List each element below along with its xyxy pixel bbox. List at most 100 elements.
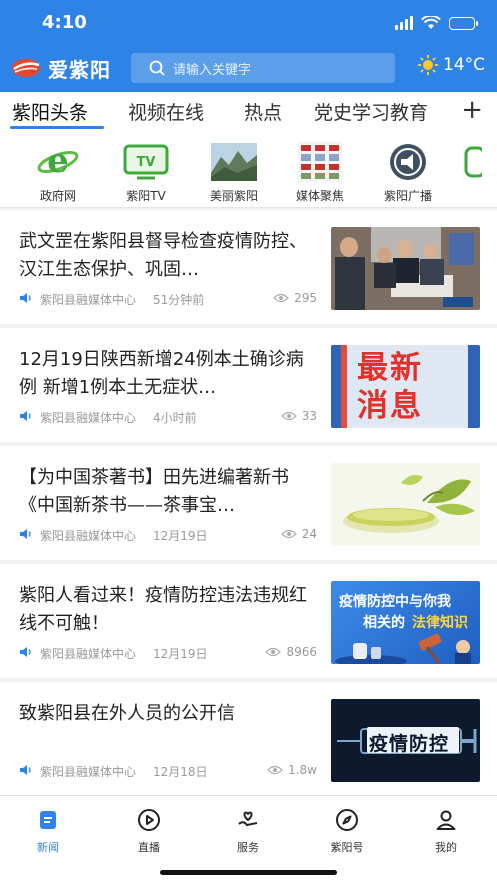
view-count: 295 bbox=[294, 291, 317, 305]
news-thumbnail: 最新 消息 bbox=[331, 345, 480, 428]
channel-label: 美丽紫阳 bbox=[209, 189, 258, 203]
tea-illustration bbox=[331, 463, 480, 546]
channel-partial[interactable] bbox=[462, 142, 497, 182]
news-time: 51分钟前 bbox=[153, 293, 205, 307]
news-time: 12月19日 bbox=[153, 647, 208, 661]
tab-headlines[interactable]: 紫阳头条 bbox=[12, 98, 88, 125]
app-logo: 爱紫阳 bbox=[10, 52, 111, 84]
news-thumbnail: 疫情防控 bbox=[331, 699, 480, 782]
add-tab-button[interactable]: + bbox=[461, 96, 483, 124]
search-placeholder: 请输入关键字 bbox=[173, 62, 252, 78]
status-bar: 4:10 bbox=[0, 12, 497, 38]
logo-text: 爱紫阳 bbox=[48, 57, 111, 82]
law-gavel-illustration bbox=[335, 633, 471, 664]
view-count: 8966 bbox=[286, 645, 317, 659]
channel-label: 政府网 bbox=[39, 189, 76, 203]
compass-icon bbox=[336, 809, 358, 831]
speaker-icon[interactable] bbox=[19, 646, 33, 658]
tabbar-service[interactable]: 服务 bbox=[218, 808, 278, 855]
tabbar-label: 服务 bbox=[237, 841, 259, 854]
news-title: 【为中国茶著书】田先进编著新书《中国新茶书——茶事宝… bbox=[19, 467, 289, 516]
channel-tv[interactable]: TV 紫阳TV bbox=[110, 142, 182, 204]
eye-icon bbox=[265, 647, 282, 657]
tabbar-label: 我的 bbox=[435, 841, 457, 854]
eye-icon bbox=[280, 529, 297, 539]
news-thumbnail bbox=[331, 463, 480, 546]
news-source: 紫阳县融媒体中心 bbox=[40, 411, 137, 425]
view-count: 24 bbox=[301, 527, 317, 541]
channel-label: 紫阳TV bbox=[126, 189, 166, 203]
news-title: 武文罡在紫阳县督导检查疫情防控、汉江生态保护、巩固… bbox=[19, 231, 307, 280]
banner-text-line1: 疫情防控中与你我 bbox=[339, 594, 451, 610]
channel-shortcuts: e 政府网 TV 紫阳TV 美丽紫阳 媒体聚焦 紫阳广播 bbox=[0, 130, 497, 208]
news-icon bbox=[40, 811, 56, 829]
active-tab-indicator bbox=[10, 126, 104, 129]
news-item[interactable]: 12月19日陕西新增24例本土确诊病例 新增1例本土无症状… 紫阳县融媒体中心 … bbox=[0, 328, 497, 442]
category-tabs: 紫阳头条 视频在线 热点 党史学习教育 + bbox=[0, 92, 497, 130]
speaker-icon[interactable] bbox=[19, 410, 33, 422]
banner-text: 疫情防控 bbox=[369, 733, 450, 755]
partial-channel-icon bbox=[464, 146, 482, 178]
search-bar[interactable]: 请输入关键字 bbox=[131, 53, 395, 83]
view-count: 33 bbox=[301, 409, 317, 423]
news-time: 12月19日 bbox=[153, 529, 208, 543]
tabbar-label: 新闻 bbox=[37, 841, 59, 854]
tab-hot[interactable]: 热点 bbox=[244, 98, 282, 125]
status-time: 4:10 bbox=[42, 12, 87, 33]
status-icons bbox=[395, 16, 478, 30]
speaker-icon[interactable] bbox=[19, 528, 33, 540]
news-item[interactable]: 武文罡在紫阳县督导检查疫情防控、汉江生态保护、巩固… 紫阳县融媒体中心 51分钟… bbox=[0, 210, 497, 324]
channel-label: 媒体聚焦 bbox=[295, 189, 344, 203]
channel-scenery[interactable]: 美丽紫阳 bbox=[198, 142, 270, 204]
user-icon bbox=[436, 810, 456, 830]
news-source: 紫阳县融媒体中心 bbox=[40, 765, 137, 779]
eye-icon bbox=[267, 765, 283, 775]
meeting-photo bbox=[331, 227, 480, 310]
temperature: 14°C bbox=[442, 55, 485, 75]
eye-icon bbox=[273, 293, 289, 303]
tabbar-label: 紫阳号 bbox=[330, 841, 364, 854]
logo-mark-icon bbox=[12, 59, 40, 77]
channel-label: 紫阳广播 bbox=[383, 189, 432, 203]
news-time: 12月18日 bbox=[153, 765, 208, 779]
news-source: 紫阳县融媒体中心 bbox=[40, 647, 137, 661]
speaker-icon[interactable] bbox=[19, 764, 33, 776]
speaker-icon[interactable] bbox=[19, 292, 33, 304]
news-title: 12月19日陕西新增24例本土确诊病例 新增1例本土无症状… bbox=[19, 349, 304, 398]
channel-radio[interactable]: 紫阳广播 bbox=[372, 142, 444, 204]
battery-icon bbox=[449, 16, 478, 30]
news-item[interactable]: 紫阳人看过来！疫情防控违法违规红线不可触！ 紫阳县融媒体中心 12月19日 89… bbox=[0, 564, 497, 678]
tab-fade bbox=[423, 92, 463, 130]
ie-icon: e bbox=[37, 142, 79, 181]
tabbar-news[interactable]: 新闻 bbox=[18, 808, 78, 855]
home-indicator bbox=[160, 870, 337, 875]
play-icon bbox=[138, 809, 160, 831]
mountain-photo bbox=[211, 143, 257, 181]
svg-text:TV: TV bbox=[137, 155, 156, 170]
news-time: 4小时前 bbox=[153, 411, 197, 425]
tabbar-live[interactable]: 直播 bbox=[119, 808, 179, 855]
channel-gov[interactable]: e 政府网 bbox=[22, 142, 94, 204]
tabbar-ziyang-hao[interactable]: 紫阳号 bbox=[317, 808, 377, 855]
news-title: 紫阳人看过来！疫情防控违法违规红线不可触！ bbox=[19, 585, 307, 634]
search-icon bbox=[149, 60, 165, 76]
tab-video[interactable]: 视频在线 bbox=[128, 98, 204, 125]
wifi-icon bbox=[421, 16, 441, 29]
tabbar-label: 直播 bbox=[138, 841, 160, 854]
news-item[interactable]: 致紫阳县在外人员的公开信 紫阳县融媒体中心 12月18日 1.8w 疫情防控 bbox=[0, 682, 497, 796]
tabbar-mine[interactable]: 我的 bbox=[416, 808, 476, 855]
banner-text-line3: 法律知识 bbox=[412, 615, 468, 631]
news-item[interactable]: 【为中国茶著书】田先进编著新书《中国新茶书——茶事宝… 紫阳县融媒体中心 12月… bbox=[0, 446, 497, 560]
channel-media[interactable]: 媒体聚焦 bbox=[284, 142, 356, 204]
svg-text:e: e bbox=[47, 142, 69, 181]
view-count: 1.8w bbox=[288, 763, 317, 777]
news-source: 紫阳县融媒体中心 bbox=[40, 529, 137, 543]
weather-widget[interactable]: 14°C bbox=[417, 54, 485, 76]
cellular-signal-icon bbox=[395, 16, 413, 30]
banner-text-line1: 最新 bbox=[357, 350, 423, 386]
tab-party-history[interactable]: 党史学习教育 bbox=[314, 98, 428, 125]
radio-icon bbox=[390, 144, 426, 180]
tv-icon: TV bbox=[123, 144, 169, 180]
news-source: 紫阳县融媒体中心 bbox=[40, 293, 137, 307]
bottom-tab-bar: 新闻 直播 服务 紫阳号 我的 bbox=[0, 795, 497, 883]
